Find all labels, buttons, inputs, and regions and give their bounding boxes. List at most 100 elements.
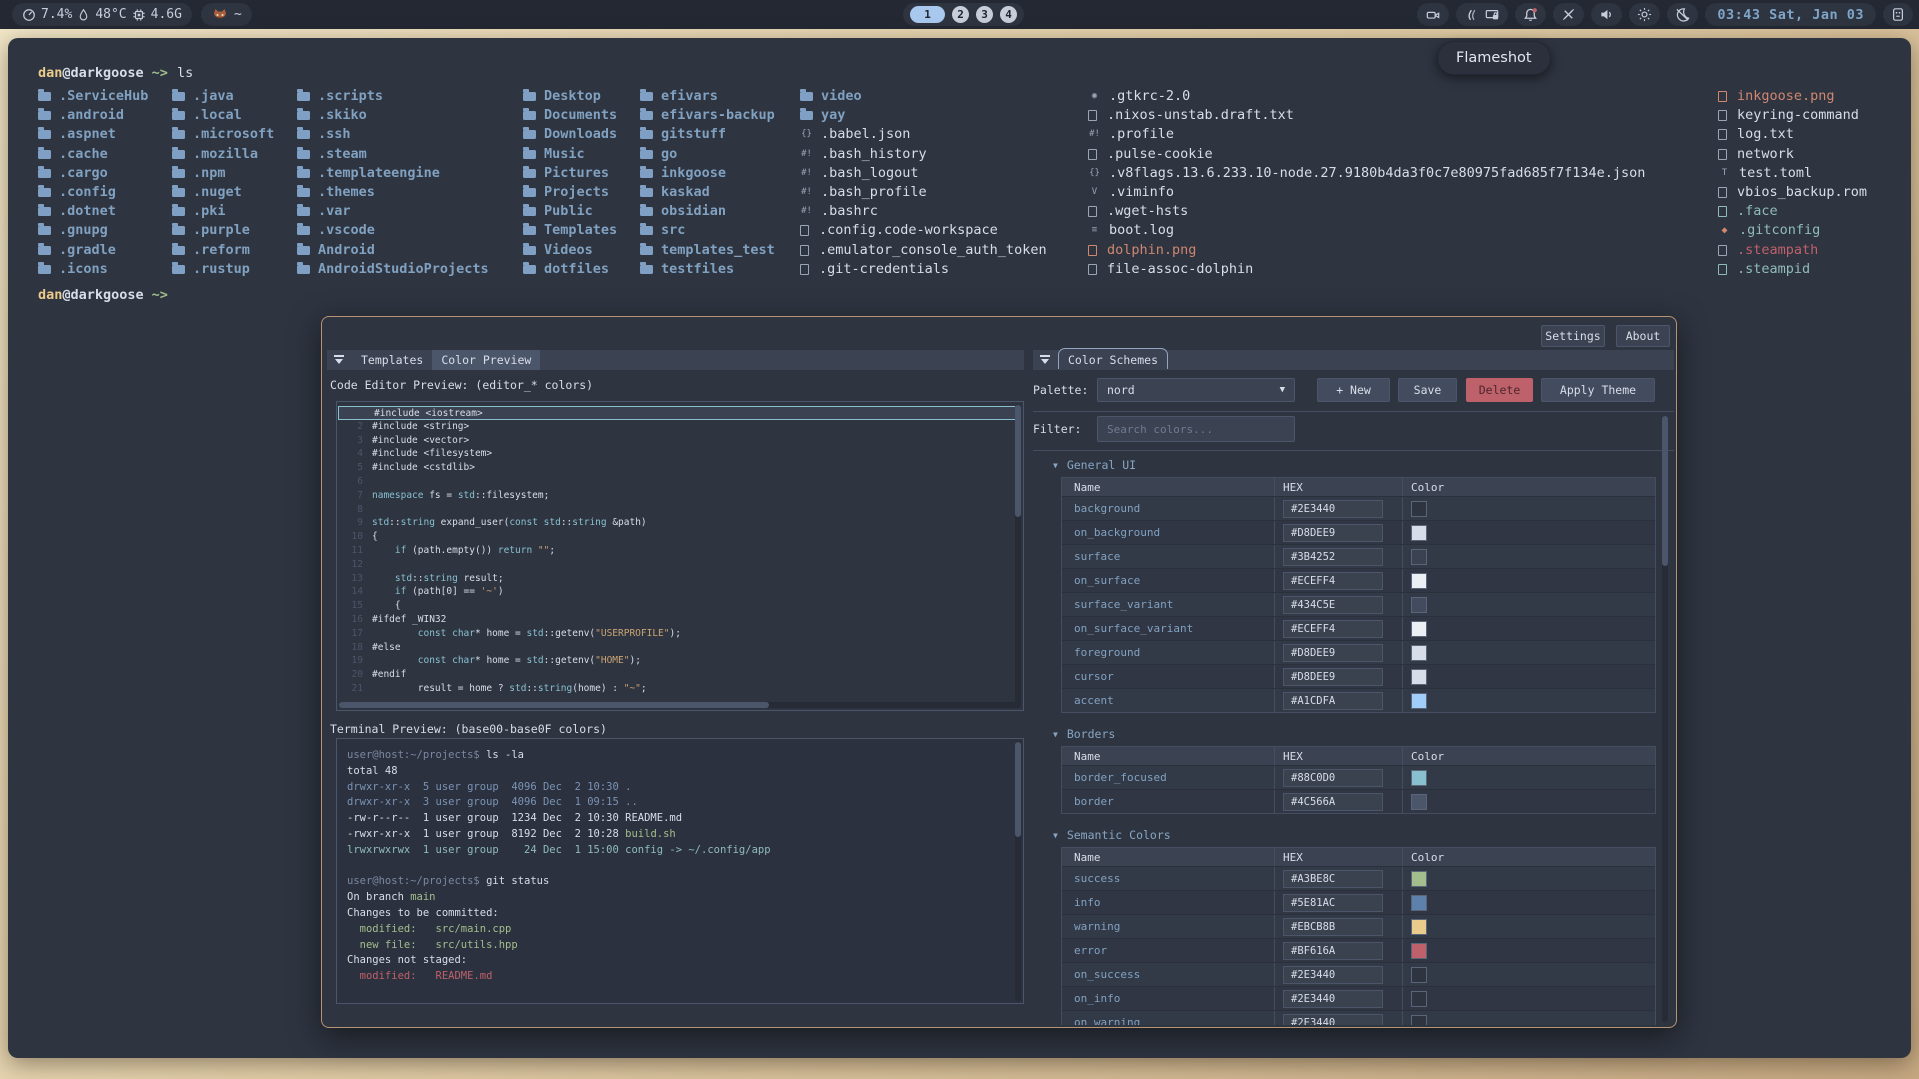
color-name: on_success	[1062, 963, 1274, 986]
section-header[interactable]: ▼Borders	[1033, 722, 1662, 746]
tab-color-preview[interactable]: Color Preview	[432, 350, 540, 370]
section-header[interactable]: ▼General UI	[1033, 453, 1662, 477]
file-item: #!.bash_profile	[800, 183, 1047, 202]
file-icon	[1718, 206, 1727, 217]
flameshot-tooltip: Flameshot	[1437, 41, 1551, 75]
hex-value-input[interactable]: #5E81AC	[1283, 894, 1383, 912]
hex-value-input[interactable]: #D8DEE9	[1283, 644, 1383, 662]
new-palette-button[interactable]: + New	[1317, 378, 1390, 402]
workspace-4[interactable]: 4	[1000, 6, 1017, 23]
color-swatch[interactable]	[1411, 669, 1427, 685]
color-swatch[interactable]	[1411, 919, 1427, 935]
color-swatch[interactable]	[1411, 597, 1427, 613]
about-button[interactable]: About	[1616, 325, 1670, 347]
listing-column: efivarsefivars-backupgitstuffgoinkgoosek…	[640, 87, 775, 279]
hex-value-input[interactable]: #434C5E	[1283, 596, 1383, 614]
section-title: General UI	[1067, 458, 1136, 472]
line-number: 8	[337, 503, 363, 517]
brightness-button[interactable]	[1629, 3, 1660, 26]
file-item: kaskad	[640, 183, 775, 202]
volume-button[interactable]	[1591, 3, 1622, 26]
editor-vertical-scrollbar[interactable]	[1015, 404, 1021, 708]
hex-value-input[interactable]: #88C0D0	[1283, 769, 1383, 787]
input-off-button[interactable]	[1553, 3, 1584, 26]
tab-templates[interactable]: Templates	[352, 350, 432, 370]
settings-button[interactable]: Settings	[1541, 325, 1605, 347]
hex-value-input[interactable]: #EBCB8B	[1283, 918, 1383, 936]
hex-value-input[interactable]: #2E3440	[1283, 990, 1383, 1008]
topbar: 7.4% 48°C 4.6G ~ 1 2 3 4	[0, 0, 1919, 29]
flameshot-flame-icon[interactable]	[1464, 8, 1479, 22]
color-swatch[interactable]	[1411, 895, 1427, 911]
cpu-usage: 7.4%	[41, 7, 72, 22]
hex-value-input[interactable]: #3B4252	[1283, 548, 1383, 566]
color-swatch[interactable]	[1411, 525, 1427, 541]
color-swatch[interactable]	[1411, 991, 1427, 1007]
color-name: cursor	[1062, 665, 1274, 688]
clock[interactable]: 03:43 Sat, Jan 03	[1705, 3, 1876, 26]
code-text: if	[395, 585, 406, 599]
workspace-2[interactable]: 2	[952, 6, 969, 23]
file-item: .purple	[172, 221, 274, 240]
hex-value-input[interactable]: #D8DEE9	[1283, 668, 1383, 686]
swatch-cell	[1402, 987, 1655, 1010]
workspace-3[interactable]: 3	[976, 6, 993, 23]
hex-value-input[interactable]: #ECEFF4	[1283, 620, 1383, 638]
color-swatch[interactable]	[1411, 621, 1427, 637]
hex-value-input[interactable]: #A1CDFA	[1283, 692, 1383, 710]
camera-icon	[1425, 8, 1441, 22]
color-swatch[interactable]	[1411, 770, 1427, 786]
hex-cell: #88C0D0	[1274, 766, 1402, 789]
hex-value-input[interactable]: #4C566A	[1283, 793, 1383, 811]
tab-color-schemes[interactable]: Color Schemes	[1058, 348, 1168, 369]
editor-horizontal-scrollbar[interactable]	[339, 702, 1019, 708]
file-item: .gnupg	[38, 221, 148, 240]
color-swatch[interactable]	[1411, 549, 1427, 565]
file-item: obsidian	[640, 202, 775, 221]
hex-value-input[interactable]: #2E3440	[1283, 966, 1383, 984]
file-name: .pulse-cookie	[1107, 145, 1213, 164]
hex-value-input[interactable]: #2E3440	[1283, 1014, 1383, 1026]
color-swatch[interactable]	[1411, 967, 1427, 983]
notifications-button[interactable]	[1515, 3, 1546, 26]
code-text: result = home ?	[372, 682, 509, 696]
hex-value-input[interactable]: #ECEFF4	[1283, 572, 1383, 590]
color-swatch[interactable]	[1411, 501, 1427, 517]
hex-value-input[interactable]: #BF616A	[1283, 942, 1383, 960]
screen-lock-icon[interactable]	[1484, 8, 1500, 22]
code-text: char	[452, 627, 475, 641]
save-button[interactable]: Save	[1398, 378, 1457, 402]
delete-button[interactable]: Delete	[1466, 378, 1533, 402]
hex-value-input[interactable]: #2E3440	[1283, 500, 1383, 518]
color-swatch[interactable]	[1411, 943, 1427, 959]
hex-value-input[interactable]: #D8DEE9	[1283, 524, 1383, 542]
terminal-preview-scrollbar[interactable]	[1015, 741, 1021, 1001]
workspace-1[interactable]: 1	[910, 6, 945, 23]
color-swatch[interactable]	[1411, 1015, 1427, 1026]
camera-button[interactable]	[1417, 3, 1449, 26]
color-swatch[interactable]	[1411, 645, 1427, 661]
color-row: on_background#D8DEE9	[1062, 520, 1655, 544]
panel-scrollbar[interactable]	[1662, 416, 1668, 1022]
file-name: .steam	[318, 145, 367, 164]
code-text: ::	[561, 516, 572, 530]
column-header: Name	[1062, 478, 1274, 496]
file-name: obsidian	[661, 202, 726, 221]
color-swatch[interactable]	[1411, 573, 1427, 589]
color-swatch[interactable]	[1411, 693, 1427, 709]
section-header[interactable]: ▼Semantic Colors	[1033, 823, 1662, 847]
hex-value-input[interactable]: #A3BE8C	[1283, 870, 1383, 888]
code-line: 1#include <iostream>	[338, 406, 1017, 420]
shell-indicator[interactable]: ~	[201, 3, 252, 26]
color-swatch[interactable]	[1411, 794, 1427, 810]
filter-input[interactable]	[1097, 416, 1295, 442]
tray-button[interactable]	[1883, 3, 1913, 26]
code-text: string	[424, 572, 458, 586]
line-number: 4	[337, 447, 363, 461]
system-stats[interactable]: 7.4% 48°C 4.6G	[12, 3, 192, 26]
palette-dropdown[interactable]: nord ▼	[1097, 378, 1295, 402]
night-light-button[interactable]	[1667, 3, 1698, 26]
apply-theme-button[interactable]: Apply Theme	[1541, 378, 1655, 402]
color-swatch[interactable]	[1411, 871, 1427, 887]
folder-icon	[172, 92, 185, 101]
